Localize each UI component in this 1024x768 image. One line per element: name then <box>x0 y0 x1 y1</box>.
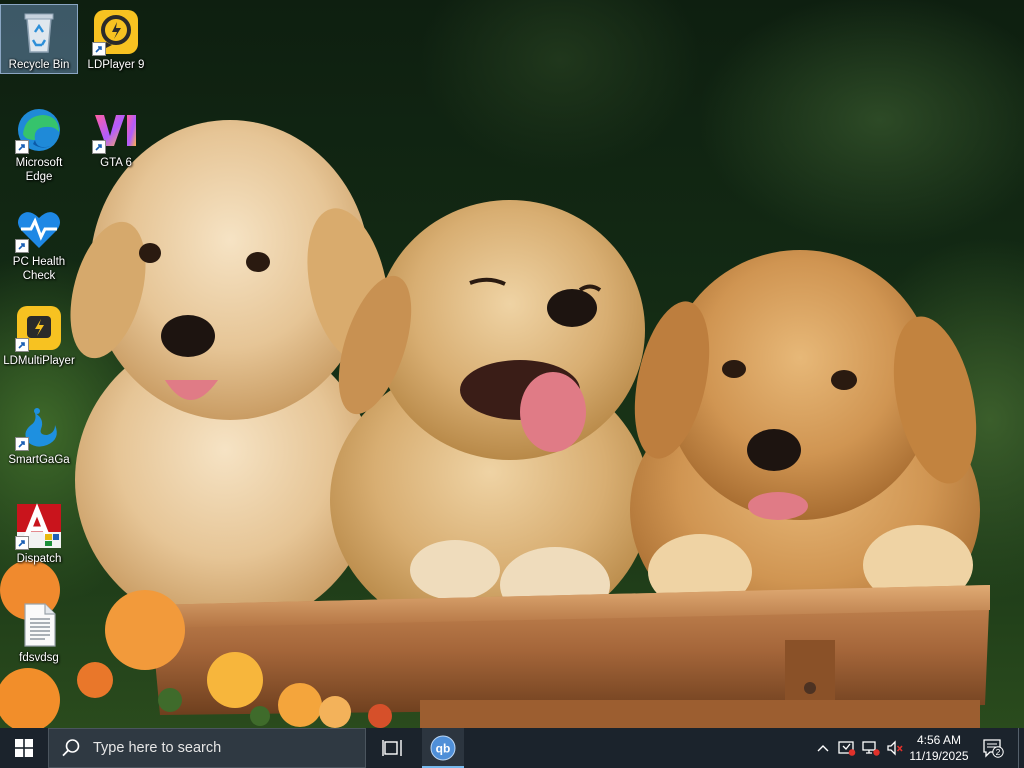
action-center-button[interactable]: 2 <box>978 728 1008 768</box>
notification-count: 2 <box>996 747 1001 757</box>
desktop-icon-label: Recycle Bin <box>8 59 70 71</box>
desktop-icon-recycle-bin[interactable]: Recycle Bin <box>0 4 78 74</box>
desktop-icon-ldplayer[interactable]: LDPlayer 9 <box>78 5 154 72</box>
recycle-bin-icon <box>24 13 54 53</box>
desktop-icon-label: fdsvdsg <box>19 652 59 664</box>
tray-security-button[interactable] <box>836 728 858 768</box>
desktop-icon-label: GTA 6 <box>100 157 132 169</box>
shortcut-arrow-icon <box>15 140 29 154</box>
shortcut-arrow-icon <box>15 338 29 352</box>
desktop-icon-microsoft-edge[interactable]: Microsoft Edge <box>1 103 77 184</box>
search-icon <box>62 739 80 757</box>
wooden-cart <box>150 585 990 728</box>
notification-icon: 2 <box>983 739 1004 758</box>
search-input[interactable] <box>91 739 355 757</box>
desktop-icon-label: Microsoft Edge <box>15 157 63 183</box>
show-hidden-icons-button[interactable] <box>812 728 834 768</box>
taskbar-app-qbittorrent[interactable]: qb <box>422 728 464 768</box>
shortcut-arrow-icon <box>15 536 29 550</box>
desktop-icon-ldmultiplayer[interactable]: LDMultiPlayer <box>1 301 77 368</box>
desktop-icon-pc-health-check[interactable]: PC Health Check <box>1 202 77 283</box>
desktop-icon-dispatch[interactable]: Dispatch <box>1 499 77 566</box>
taskbar-search-box[interactable] <box>48 728 366 768</box>
clock-date: 11/19/2025 <box>909 749 969 763</box>
tray-volume-button[interactable] <box>884 728 906 768</box>
desktop-icon-smartgaga[interactable]: SmartGaGa <box>1 400 77 467</box>
taskbar: qb 4:56 AM 11/19/2025 <box>0 728 1024 768</box>
desktop-icon-label: LDMultiPlayer <box>3 355 75 367</box>
desktop-icon-label: PC Health Check <box>12 256 66 282</box>
text-file-icon <box>24 603 56 647</box>
desktop-icon-label: SmartGaGa <box>8 454 70 466</box>
clock-time: 4:56 AM <box>916 733 962 747</box>
task-view-icon <box>382 740 402 756</box>
shortcut-arrow-icon <box>92 42 106 56</box>
volume-muted-icon <box>887 740 903 756</box>
desktop-icon-gta6[interactable]: GTA 6 <box>78 103 154 170</box>
shortcut-arrow-icon <box>92 140 106 154</box>
network-disconnected-icon <box>862 741 880 756</box>
show-desktop-button[interactable] <box>1018 728 1024 768</box>
shortcut-arrow-icon <box>15 437 29 451</box>
start-button[interactable] <box>0 728 48 768</box>
desktop-icon-label: LDPlayer 9 <box>87 59 145 71</box>
desktop-icon-fdsvdsg[interactable]: fdsvdsg <box>1 598 77 665</box>
chevron-up-icon <box>817 745 829 752</box>
desktop-icon-label: Dispatch <box>16 553 62 565</box>
shortcut-arrow-icon <box>15 239 29 253</box>
windows-logo-icon <box>15 739 33 757</box>
tray-network-button[interactable] <box>860 728 882 768</box>
svg-text:qb: qb <box>436 742 451 756</box>
qbittorrent-icon: qb <box>430 735 456 761</box>
task-view-button[interactable] <box>372 728 412 768</box>
security-alert-icon <box>838 741 856 756</box>
taskbar-clock[interactable]: 4:56 AM 11/19/2025 <box>904 728 974 768</box>
